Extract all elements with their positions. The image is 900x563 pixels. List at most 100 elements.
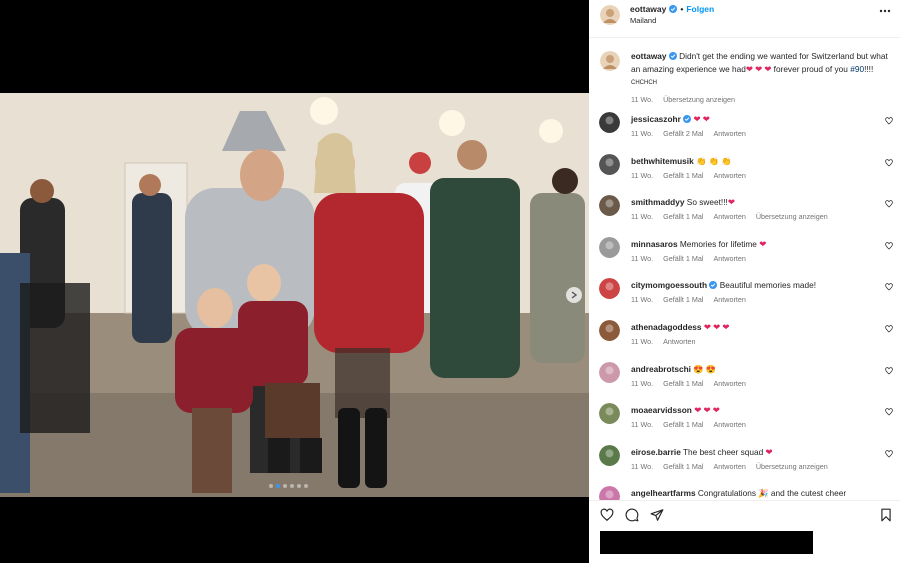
avatar[interactable] — [600, 51, 620, 71]
comment-item: smithmaddyy So sweet!!!❤ 11 Wo. Gefällt 1 … — [589, 194, 900, 235]
reply-button[interactable]: Antworten — [713, 171, 745, 180]
translate-link[interactable]: Übersetzung anzeigen — [756, 212, 828, 221]
comment-like-heart-icon[interactable] — [885, 242, 893, 250]
comment-like-heart-icon[interactable] — [885, 450, 893, 458]
chevron-right-icon — [571, 291, 577, 299]
comment-time: 11 Wo. — [631, 420, 654, 430]
comment-username[interactable]: eirose.barrie — [631, 447, 681, 457]
comment-item: moaearvidsson ❤ ❤ ❤ 11 Wo. Gefällt 1 Mal An… — [589, 402, 900, 443]
translate-link[interactable]: Übersetzung anzeigen — [663, 95, 735, 104]
comment-username[interactable]: minnasaros — [631, 239, 678, 249]
comment-username[interactable]: athenadagoddess — [631, 322, 702, 332]
comments-list[interactable]: eottaway Didn't get the ending we wanted… — [589, 38, 900, 500]
avatar[interactable] — [599, 486, 620, 500]
comment-text: Memories for lifetime ❤ — [679, 238, 767, 249]
comment-text: Beautiful memories made! — [719, 280, 817, 291]
comment-likes[interactable]: Gefällt 1 Mal — [663, 254, 703, 263]
comment-likes[interactable]: Gefällt 1 Mal — [663, 171, 703, 180]
comment-item: minnasaros Memories for lifetime ❤ 11 Wo.… — [589, 236, 900, 277]
comment-likes[interactable]: Gefällt 1 Mal — [663, 420, 703, 429]
heart-icon[interactable] — [600, 508, 614, 522]
carousel-dot-active — [276, 484, 280, 488]
reply-button[interactable]: Antworten — [713, 254, 745, 263]
comment-likes[interactable]: Gefällt 1 Mal — [663, 212, 703, 221]
avatar[interactable] — [599, 403, 620, 425]
follow-button[interactable]: Folgen — [686, 4, 714, 14]
comment-text: 👏 👏 👏 — [696, 155, 732, 166]
comment-like-heart-icon[interactable] — [885, 366, 893, 375]
post-media — [0, 0, 589, 563]
reply-button[interactable]: Antworten — [713, 295, 745, 304]
avatar[interactable] — [599, 361, 620, 383]
comment-username[interactable]: moaearvidsson — [631, 405, 692, 415]
comment-username[interactable]: citymomgoessouth — [631, 280, 707, 290]
share-icon[interactable] — [650, 508, 664, 522]
comment-like-heart-icon[interactable] — [885, 117, 893, 125]
more-icon[interactable] — [879, 6, 891, 16]
avatar[interactable] — [599, 320, 620, 341]
comment-item: angelheartfarms Congratulations 🎉 and th… — [589, 485, 900, 500]
verified-badge-icon — [669, 5, 678, 13]
avatar[interactable] — [599, 444, 620, 466]
verified-badge-icon — [683, 115, 692, 123]
post-header: eottaway • Folgen Mailand — [589, 0, 900, 38]
caption-text: eottaway Didn't get the ending we wanted… — [631, 51, 888, 86]
comment-item: jessicaszohr ❤ ❤ 11 Wo. Gefällt 2 Mal Antwo… — [589, 111, 900, 152]
post-location[interactable]: Mailand — [630, 16, 656, 25]
carousel-indicator — [269, 484, 308, 488]
comment-likes[interactable]: Gefällt 1 Mal — [663, 295, 703, 304]
comment-username[interactable]: smithmaddyy — [631, 197, 684, 207]
post-username[interactable]: eottaway — [630, 4, 666, 14]
comment-like-heart-icon[interactable] — [885, 325, 893, 333]
comment-time: 11 Wo. — [631, 212, 654, 222]
comment-username[interactable]: jessicaszohr — [631, 114, 681, 124]
comment-username[interactable]: andreabrotschi — [631, 364, 691, 374]
carousel-dot — [297, 484, 301, 488]
avatar[interactable] — [600, 5, 620, 25]
comment-item: andreabrotschi 😍 😍 11 Wo. Gefällt 1 Mal Ant… — [589, 361, 900, 402]
comment-likes[interactable]: Gefällt 1 Mal — [663, 462, 703, 471]
verified-badge-icon — [709, 281, 718, 290]
comment-like-heart-icon[interactable] — [885, 200, 893, 208]
comment-icon[interactable] — [625, 508, 639, 522]
translate-link[interactable]: Übersetzung anzeigen — [756, 462, 828, 471]
comment-item: bethwhitemusik 👏 👏 👏 11 Wo. Gefällt 1 Mal A… — [589, 153, 900, 194]
verified-badge-icon — [668, 52, 677, 60]
comment-item: eirose.barrie The best cheer squad ❤ 11 W… — [589, 444, 900, 485]
comment-text: ❤ ❤ ❤ — [694, 405, 720, 416]
comment-text: So sweet!!!❤ — [686, 197, 735, 208]
post-photo[interactable] — [0, 93, 589, 497]
avatar[interactable] — [599, 195, 620, 217]
caption-time: 11 Wo. — [631, 94, 654, 104]
comment-username[interactable]: angelheartfarms — [631, 488, 696, 498]
comment-likes[interactable]: Gefällt 1 Mal — [663, 379, 703, 388]
comment-like-heart-icon[interactable] — [885, 283, 893, 291]
comment-time: 11 Wo. — [631, 337, 654, 346]
carousel-dot — [283, 484, 287, 488]
post-caption: eottaway Didn't get the ending we wanted… — [589, 38, 900, 111]
avatar[interactable] — [599, 112, 620, 133]
reply-button[interactable]: Antworten — [713, 212, 745, 221]
comment-time: 11 Wo. — [631, 170, 654, 180]
comment-username[interactable]: bethwhitemusik — [631, 156, 694, 166]
reply-button[interactable]: Antworten — [713, 462, 745, 471]
comment-likes[interactable]: Gefällt 2 Mal — [663, 129, 703, 138]
hashtag-link[interactable]: #90 — [850, 64, 864, 74]
comment-item: citymomgoessouth Beautiful memories made… — [589, 277, 900, 318]
avatar[interactable] — [599, 278, 620, 300]
avatar[interactable] — [599, 236, 620, 258]
reply-button[interactable]: Antworten — [713, 379, 745, 388]
comment-text: Congratulations 🎉 and the cutest cheer — [697, 488, 847, 499]
post-side-panel: eottaway • Folgen Mailand eottaway Didn'… — [589, 0, 900, 563]
comment-text: 😍 😍 — [693, 363, 717, 374]
reply-button[interactable]: Antworten — [663, 337, 695, 346]
next-photo-button[interactable] — [566, 287, 582, 303]
comment-text: The best cheer squad ❤ — [682, 446, 773, 457]
bookmark-icon[interactable] — [879, 508, 893, 522]
caption-username[interactable]: eottaway — [631, 51, 667, 61]
avatar[interactable] — [599, 153, 620, 175]
reply-button[interactable]: Antworten — [713, 129, 745, 138]
comment-like-heart-icon[interactable] — [885, 408, 893, 416]
comment-like-heart-icon[interactable] — [885, 158, 893, 167]
reply-button[interactable]: Antworten — [713, 420, 745, 429]
